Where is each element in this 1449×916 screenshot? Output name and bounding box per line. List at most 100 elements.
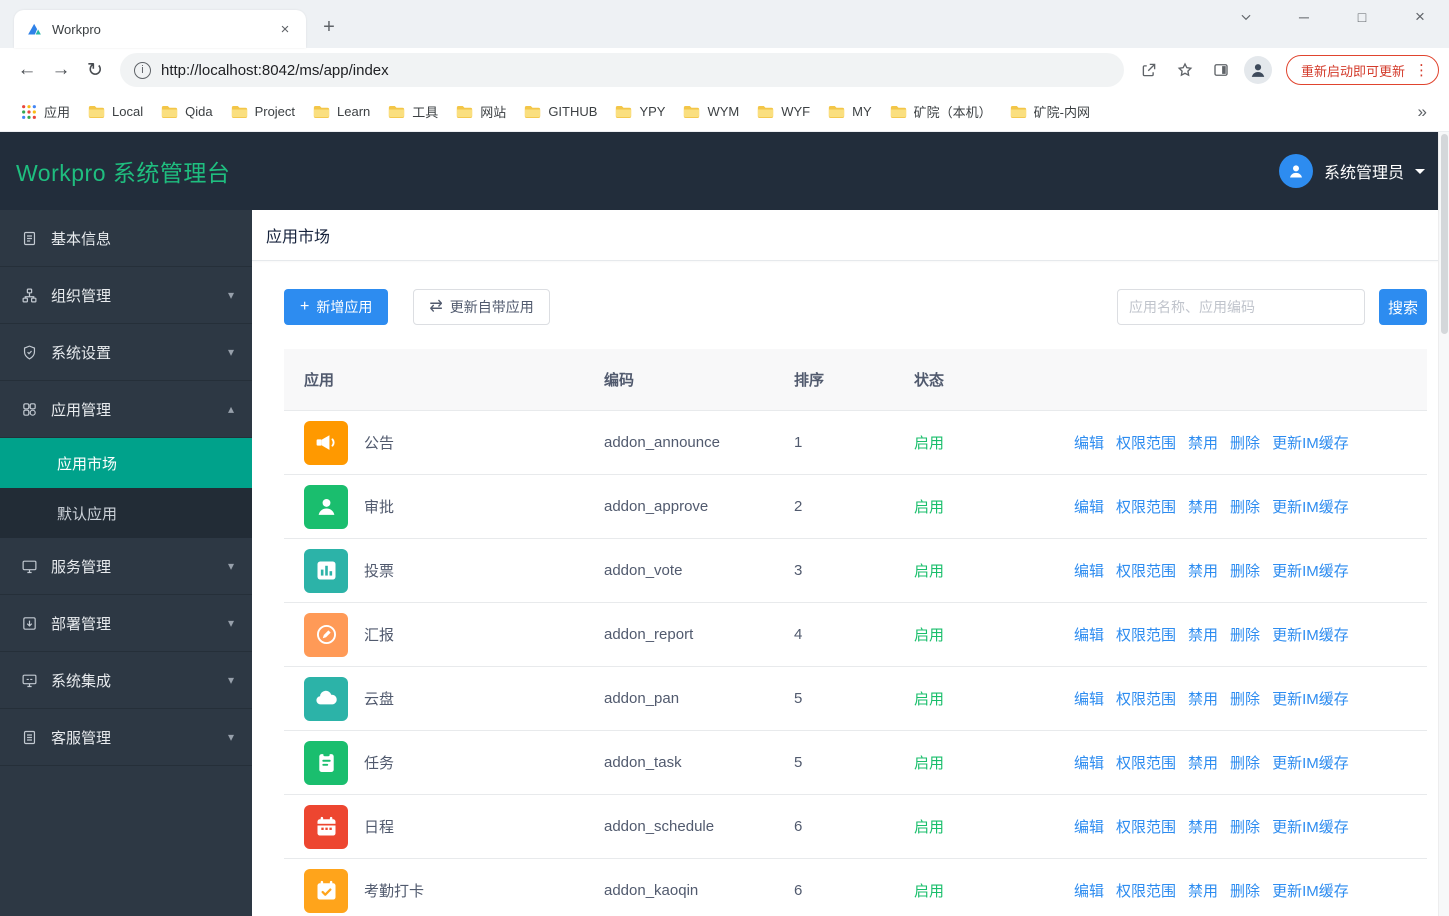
sidebar-item[interactable]: 客服管理 ▾ bbox=[0, 709, 252, 766]
action-link[interactable]: 权限范围 bbox=[1116, 432, 1176, 453]
action-link[interactable]: 删除 bbox=[1230, 816, 1260, 837]
action-link[interactable]: 编辑 bbox=[1074, 624, 1104, 645]
update-builtin-apps-button[interactable]: ⇄ 更新自带应用 bbox=[413, 289, 550, 325]
action-link[interactable]: 禁用 bbox=[1188, 880, 1218, 901]
sidebar-item[interactable]: 应用管理 ▴ bbox=[0, 381, 252, 438]
action-link[interactable]: 更新IM缓存 bbox=[1272, 688, 1349, 709]
bookmark-item[interactable]: WYF bbox=[748, 99, 819, 124]
action-link[interactable]: 更新IM缓存 bbox=[1272, 624, 1349, 645]
bookmarks-overflow-icon[interactable]: » bbox=[1408, 102, 1437, 122]
action-link[interactable]: 编辑 bbox=[1074, 880, 1104, 901]
bookmark-item[interactable]: MY bbox=[819, 99, 881, 124]
action-link[interactable]: 权限范围 bbox=[1116, 880, 1176, 901]
bookmark-item[interactable]: YPY bbox=[606, 99, 674, 124]
action-link[interactable]: 编辑 bbox=[1074, 752, 1104, 773]
action-link[interactable]: 权限范围 bbox=[1116, 688, 1176, 709]
sidebar-submenu: 应用市场 默认应用 bbox=[0, 438, 252, 538]
url-text[interactable]: http://localhost:8042/ms/app/index bbox=[161, 62, 389, 79]
page-scrollbar[interactable] bbox=[1438, 132, 1449, 916]
action-link[interactable]: 编辑 bbox=[1074, 816, 1104, 837]
action-link[interactable]: 权限范围 bbox=[1116, 752, 1176, 773]
sidebar-item[interactable]: 部署管理 ▾ bbox=[0, 595, 252, 652]
action-link[interactable]: 更新IM缓存 bbox=[1272, 560, 1349, 581]
bookmark-item[interactable]: GITHUB bbox=[515, 99, 606, 124]
action-link[interactable]: 更新IM缓存 bbox=[1272, 496, 1349, 517]
sidebar-item[interactable]: 服务管理 ▾ bbox=[0, 538, 252, 595]
action-link[interactable]: 禁用 bbox=[1188, 816, 1218, 837]
action-link[interactable]: 编辑 bbox=[1074, 560, 1104, 581]
action-link[interactable]: 删除 bbox=[1230, 496, 1260, 517]
bookmark-item[interactable]: 矿院（本机） bbox=[881, 97, 1001, 126]
folder-icon bbox=[615, 105, 632, 119]
action-link[interactable]: 编辑 bbox=[1074, 432, 1104, 453]
browser-tab[interactable]: Workpro × bbox=[14, 10, 306, 48]
action-link[interactable]: 更新IM缓存 bbox=[1272, 432, 1349, 453]
bookmark-item[interactable]: Qida bbox=[152, 99, 221, 124]
menu-dots-icon[interactable]: ⋮ bbox=[1414, 61, 1429, 79]
close-button[interactable]: × bbox=[1391, 0, 1449, 34]
bookmark-item[interactable]: Learn bbox=[304, 99, 379, 124]
action-link[interactable]: 权限范围 bbox=[1116, 496, 1176, 517]
profile-icon[interactable] bbox=[1243, 56, 1272, 84]
add-app-button[interactable]: + 新增应用 bbox=[284, 289, 389, 325]
action-link[interactable]: 更新IM缓存 bbox=[1272, 880, 1349, 901]
integration-icon bbox=[21, 672, 38, 689]
url-field[interactable]: i http://localhost:8042/ms/app/index bbox=[120, 53, 1124, 87]
action-link[interactable]: 删除 bbox=[1230, 624, 1260, 645]
action-link[interactable]: 删除 bbox=[1230, 752, 1260, 773]
action-link[interactable]: 删除 bbox=[1230, 880, 1260, 901]
sidebar-subitem[interactable]: 默认应用 bbox=[0, 488, 252, 538]
folder-icon bbox=[161, 105, 178, 119]
search-button[interactable]: 搜索 bbox=[1379, 289, 1427, 325]
action-link[interactable]: 更新IM缓存 bbox=[1272, 752, 1349, 773]
action-link[interactable]: 禁用 bbox=[1188, 752, 1218, 773]
user-menu[interactable]: 系统管理员 bbox=[1278, 154, 1425, 188]
action-link[interactable]: 权限范围 bbox=[1116, 624, 1176, 645]
bookmark-item[interactable]: 网站 bbox=[447, 97, 515, 126]
share-icon[interactable] bbox=[1132, 53, 1166, 87]
chevron-down-icon[interactable] bbox=[1217, 0, 1275, 34]
action-link[interactable]: 权限范围 bbox=[1116, 816, 1176, 837]
scrollbar-thumb[interactable] bbox=[1441, 134, 1448, 334]
bookmark-item[interactable]: 工具 bbox=[379, 97, 447, 126]
sidebar-item[interactable]: 组织管理 ▾ bbox=[0, 267, 252, 324]
action-link[interactable]: 权限范围 bbox=[1116, 560, 1176, 581]
search-group: 搜索 bbox=[1117, 289, 1427, 325]
action-link[interactable]: 禁用 bbox=[1188, 432, 1218, 453]
browser-update-button[interactable]: 重新启动即可更新 ⋮ bbox=[1285, 55, 1439, 85]
new-tab-button[interactable]: + bbox=[314, 12, 344, 42]
action-link[interactable]: 禁用 bbox=[1188, 624, 1218, 645]
sidebar-item[interactable]: 系统集成 ▾ bbox=[0, 652, 252, 709]
action-link[interactable]: 更新IM缓存 bbox=[1272, 816, 1349, 837]
action-link[interactable]: 编辑 bbox=[1074, 688, 1104, 709]
bookmark-label: YPY bbox=[639, 104, 666, 119]
action-link[interactable]: 禁用 bbox=[1188, 560, 1218, 581]
forward-icon[interactable]: → bbox=[44, 53, 78, 87]
bookmark-item[interactable]: 应用 bbox=[12, 97, 79, 126]
bookmark-item[interactable]: Local bbox=[79, 99, 152, 124]
minimize-button[interactable]: ─ bbox=[1275, 0, 1333, 34]
sidebar-item[interactable]: 系统设置 ▾ bbox=[0, 324, 252, 381]
back-icon[interactable]: ← bbox=[10, 53, 44, 87]
tab-close-icon[interactable]: × bbox=[276, 21, 294, 38]
bookmark-label: Learn bbox=[337, 104, 371, 119]
star-icon[interactable] bbox=[1168, 53, 1202, 87]
action-link[interactable]: 编辑 bbox=[1074, 496, 1104, 517]
bookmark-item[interactable]: WYM bbox=[674, 99, 748, 124]
search-input[interactable] bbox=[1117, 289, 1365, 325]
bookmark-item[interactable]: Project bbox=[222, 99, 304, 124]
action-link[interactable]: 禁用 bbox=[1188, 496, 1218, 517]
action-link[interactable]: 删除 bbox=[1230, 560, 1260, 581]
sidebar-subitem[interactable]: 应用市场 bbox=[0, 438, 252, 488]
split-screen-icon[interactable] bbox=[1204, 53, 1238, 87]
sidebar-item[interactable]: 基本信息 bbox=[0, 210, 252, 267]
maximize-button[interactable]: □ bbox=[1333, 0, 1391, 34]
action-link[interactable]: 删除 bbox=[1230, 688, 1260, 709]
site-info-icon[interactable]: i bbox=[134, 61, 151, 79]
bookmark-label: 工具 bbox=[412, 105, 439, 120]
reload-icon[interactable]: ↻ bbox=[78, 53, 112, 87]
bookmark-item[interactable]: 矿院-内网 bbox=[1001, 97, 1099, 126]
chevron-down-icon: ▾ bbox=[227, 288, 234, 302]
action-link[interactable]: 禁用 bbox=[1188, 688, 1218, 709]
action-link[interactable]: 删除 bbox=[1230, 432, 1260, 453]
